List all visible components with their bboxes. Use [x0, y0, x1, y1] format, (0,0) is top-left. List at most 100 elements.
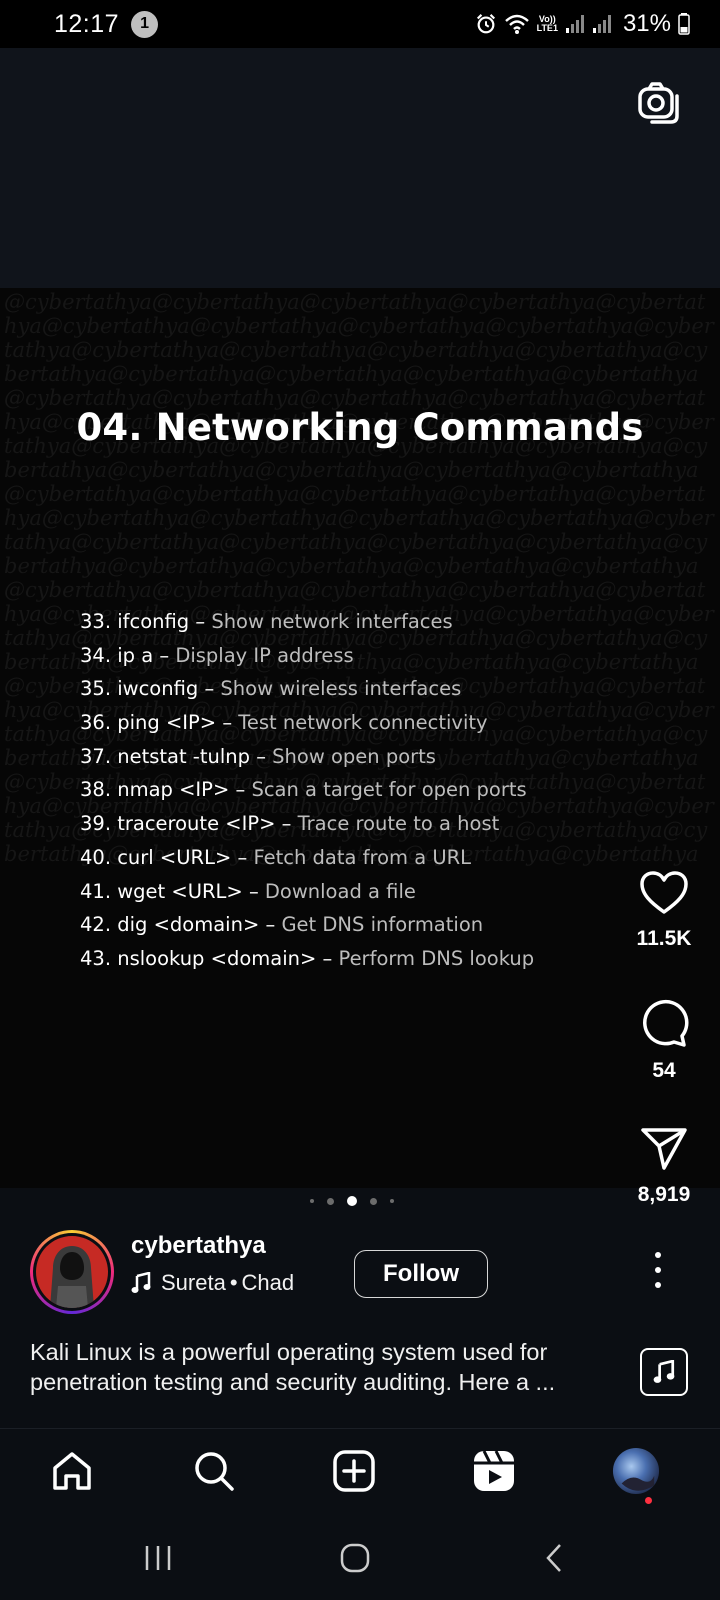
home-circle-icon	[340, 1543, 370, 1573]
command-description: Perform DNS lookup	[338, 946, 535, 970]
avatar-border	[33, 1233, 111, 1311]
battery-percent: 31%	[622, 10, 671, 37]
status-bar: 12:17 1 Vo)) LTE1 31%	[0, 0, 720, 48]
carousel-dot	[310, 1199, 314, 1203]
audio-separator: •	[229, 1270, 238, 1295]
more-options-button[interactable]	[648, 1252, 668, 1288]
command-description: Show wireless interfaces	[220, 677, 462, 701]
more-dot	[655, 1282, 661, 1288]
alarm-icon	[476, 14, 495, 34]
reels-icon	[474, 1450, 514, 1491]
command-description: Test network connectivity	[238, 711, 488, 735]
command-name: 42. dig <domain> –	[80, 913, 282, 937]
command-description: Get DNS information	[281, 913, 484, 937]
back-button[interactable]	[534, 1538, 574, 1578]
command-item: 38. nmap <IP> – Scan a target for open p…	[80, 778, 534, 812]
wifi-icon	[504, 14, 529, 34]
post-title: 04. Networking Commands	[76, 406, 644, 449]
post-caption[interactable]: Kali Linux is a powerful operating syste…	[30, 1337, 620, 1397]
command-item: 35. iwconfig – Show wireless interfaces	[80, 677, 534, 711]
audio-artist: Sureta	[161, 1270, 226, 1295]
command-item: 33. ifconfig – Show network interfaces	[80, 610, 534, 644]
camera-icon	[638, 82, 679, 124]
command-item: 43. nslookup <domain> – Perform DNS look…	[80, 947, 534, 981]
carousel-dot	[370, 1197, 377, 1205]
command-item: 40. curl <URL> – Fetch data from a URL	[80, 846, 534, 880]
command-item: 39. traceroute <IP> – Trace route to a h…	[80, 812, 534, 846]
command-description: Display IP address	[175, 643, 354, 667]
comment-button[interactable]: 54	[608, 998, 720, 1083]
command-item: 36. ping <IP> – Test network connectivit…	[80, 711, 534, 745]
more-dot	[655, 1267, 661, 1273]
status-indicators: Vo)) LTE1 31%	[475, 10, 690, 38]
command-description: Fetch data from a URL	[253, 845, 472, 869]
author-username[interactable]: cybertathya	[131, 1232, 266, 1260]
carousel-indicator	[0, 1196, 712, 1206]
signal-icon-1	[565, 15, 584, 33]
command-name: 39. traceroute <IP> –	[80, 812, 298, 836]
command-name: 43. nslookup <domain> –	[80, 946, 339, 970]
audio-thumbnail[interactable]	[640, 1348, 688, 1396]
profile-avatar	[612, 1447, 660, 1495]
like-button[interactable]: 11.5K	[608, 870, 720, 951]
share-button[interactable]: 8,919	[608, 1126, 720, 1207]
recent-apps-icon	[145, 1546, 171, 1570]
comment-count: 54	[652, 1059, 676, 1082]
nav-home[interactable]	[48, 1447, 96, 1495]
hooded-figure-icon	[50, 1246, 94, 1308]
command-name: 37. netstat -tulnp –	[80, 744, 273, 768]
home-icon	[53, 1452, 91, 1490]
follow-button[interactable]: Follow	[354, 1250, 488, 1298]
command-list: 33. ifconfig – Show network interfaces 3…	[80, 610, 534, 981]
carousel-dot-active	[347, 1196, 357, 1206]
volte-bottom-label: LTE1	[536, 23, 558, 33]
command-description: Trace route to a host	[297, 812, 500, 836]
home-system-button[interactable]	[335, 1538, 375, 1578]
command-item: 41. wget <URL> – Download a file	[80, 880, 534, 914]
command-description: Scan a target for open ports	[251, 778, 527, 802]
comment-icon	[643, 1000, 689, 1047]
command-description: Download a file	[264, 879, 416, 903]
command-name: 35. iwconfig –	[80, 677, 221, 701]
heart-icon	[640, 871, 688, 914]
command-name: 41. wget <URL> –	[80, 879, 265, 903]
avatar-image	[36, 1236, 108, 1308]
search-icon	[195, 1452, 234, 1491]
carousel-dot	[327, 1197, 334, 1205]
volte-indicator: Vo)) LTE1	[537, 15, 558, 33]
system-navigation	[0, 1516, 720, 1600]
plus-square-icon	[333, 1450, 375, 1492]
send-icon	[641, 1128, 687, 1170]
command-name: 38. nmap <IP> –	[80, 778, 252, 802]
command-name: 33. ifconfig –	[80, 610, 212, 633]
reels-header	[0, 48, 720, 288]
audio-track: Chad	[241, 1270, 295, 1295]
signal-icon-2	[592, 15, 611, 33]
command-item: 34. ip a – Display IP address	[80, 644, 534, 678]
music-note-icon	[131, 1272, 151, 1293]
audio-info[interactable]: Sureta • Chad	[131, 1270, 294, 1296]
bottom-navigation	[0, 1428, 720, 1516]
command-item: 37. netstat -tulnp – Show open ports	[80, 745, 534, 779]
more-dot	[655, 1252, 661, 1258]
recent-apps-button[interactable]	[138, 1538, 178, 1578]
like-count: 11.5K	[636, 927, 692, 950]
command-item: 42. dig <domain> – Get DNS information	[80, 913, 534, 947]
author-avatar[interactable]	[30, 1230, 114, 1314]
battery-icon	[678, 13, 690, 35]
carousel-dot	[390, 1199, 394, 1203]
author-row: cybertathya Sureta • Chad Follow	[30, 1230, 690, 1320]
nav-profile[interactable]	[612, 1447, 660, 1495]
command-name: 40. curl <URL> –	[80, 845, 254, 869]
nav-create[interactable]	[330, 1447, 378, 1495]
command-description: Show network interfaces	[211, 610, 453, 633]
command-description: Show open ports	[272, 744, 436, 768]
notification-dot	[645, 1497, 652, 1504]
notification-count-badge: 1	[131, 10, 159, 38]
nav-search[interactable]	[190, 1447, 238, 1495]
nav-reels[interactable]	[470, 1447, 518, 1495]
status-time: 12:17	[54, 9, 120, 38]
command-name: 34. ip a –	[80, 643, 176, 667]
command-name: 36. ping <IP> –	[80, 711, 239, 735]
camera-button[interactable]	[636, 80, 682, 126]
